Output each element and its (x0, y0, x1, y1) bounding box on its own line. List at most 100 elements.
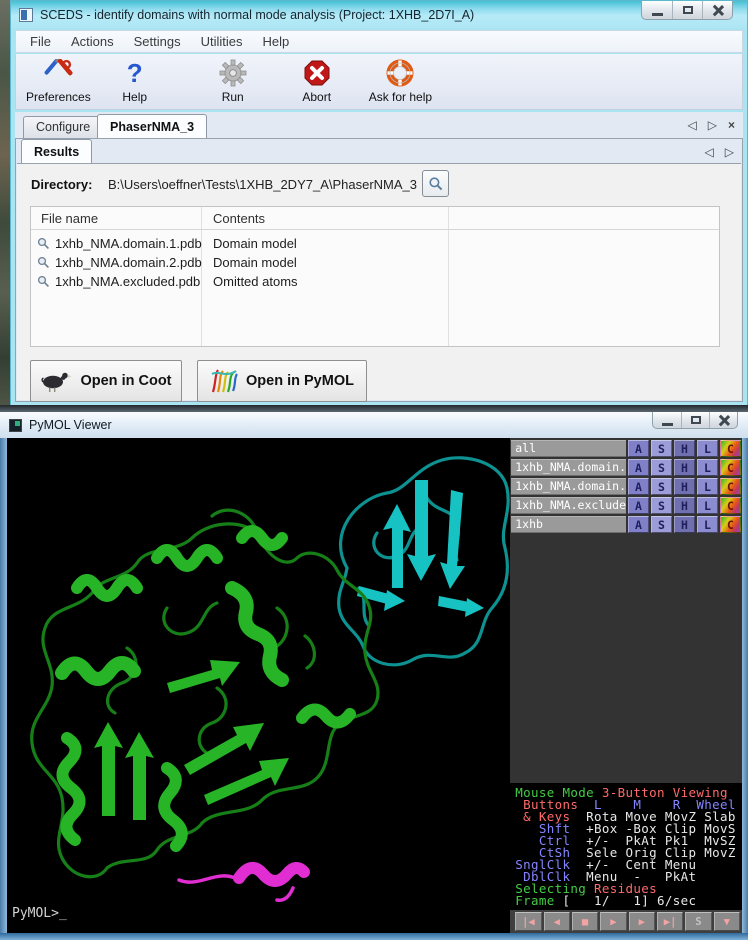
label-button[interactable]: L (697, 459, 718, 476)
skip-end-button[interactable]: ▶| (657, 912, 683, 931)
step-forward-button[interactable]: ▶ (629, 912, 655, 931)
object-row: all A S H L C (511, 440, 741, 457)
object-name-domain1[interactable]: 1xhb_NMA.domain. (511, 459, 626, 476)
hide-button[interactable]: H (674, 440, 695, 457)
results-frame: Results ◁ ▷ Directory: B:\Users\oeffner\… (15, 138, 743, 402)
domain-1-green (32, 510, 378, 877)
pymol-titlebar[interactable]: PyMOL Viewer (0, 412, 748, 438)
abort-icon (303, 58, 331, 88)
object-row: 1xhb_NMA.domain. A S H L C (511, 478, 741, 495)
color-button[interactable]: C (720, 459, 741, 476)
pymol-window-border (0, 438, 7, 933)
play-button[interactable]: ▶ (600, 912, 626, 931)
menu-file[interactable]: File (20, 31, 61, 52)
menu-help[interactable]: Help (252, 31, 299, 52)
rewind-start-button[interactable]: |◀ (515, 912, 541, 931)
close-icon (712, 5, 724, 15)
scene-button[interactable]: S (685, 912, 711, 931)
results-prev-icon[interactable]: ◁ (705, 145, 714, 159)
show-button[interactable]: S (651, 516, 672, 533)
object-name-all[interactable]: all (511, 440, 626, 457)
tab-prev-icon[interactable]: ◁ (688, 118, 697, 132)
hide-button[interactable]: H (674, 516, 695, 533)
pymol-maximize-button[interactable] (681, 412, 709, 428)
file-contents: Domain model (213, 236, 297, 251)
hide-button[interactable]: H (674, 459, 695, 476)
maximize-icon (683, 6, 693, 14)
preferences-button[interactable]: Preferences (26, 58, 91, 104)
tab-next-icon[interactable]: ▷ (708, 118, 717, 132)
color-button[interactable]: C (720, 440, 741, 457)
help-label: Help (122, 90, 147, 104)
pymol-window: PyMOL Viewer (0, 405, 748, 940)
maximize-button[interactable] (672, 1, 702, 19)
main-tabbar: Configure PhaserNMA_3 ◁ ▷ × (15, 112, 743, 138)
table-row[interactable]: 1xhb_NMA.excluded.pdb Omitted atoms (31, 272, 719, 291)
help-button[interactable]: ? Help (105, 58, 165, 104)
show-button[interactable]: S (651, 459, 672, 476)
action-button[interactable]: A (628, 459, 649, 476)
object-name-domain2[interactable]: 1xhb_NMA.domain. (511, 478, 626, 495)
pymol-sidebar: all A S H L C 1xhb_NMA.domain. A S H L C… (510, 438, 742, 933)
open-in-coot-button[interactable]: Open in Coot (30, 360, 182, 402)
label-button[interactable]: L (697, 516, 718, 533)
pymol-minimize-button[interactable] (653, 412, 681, 428)
column-contents[interactable]: Contents (213, 211, 265, 226)
protein-structure-svg (7, 438, 510, 933)
action-button[interactable]: A (628, 478, 649, 495)
hide-button[interactable]: H (674, 497, 695, 514)
sceds-app-icon (19, 8, 33, 22)
label-button[interactable]: L (697, 497, 718, 514)
action-button[interactable]: A (628, 440, 649, 457)
ask-for-help-button[interactable]: Ask for help (369, 58, 432, 104)
menu-settings[interactable]: Settings (124, 31, 191, 52)
pymol-close-button[interactable] (709, 412, 737, 428)
tab-phasernma-3[interactable]: PhaserNMA_3 (97, 114, 207, 138)
table-row[interactable]: 1xhb_NMA.domain.2.pdb Domain model (31, 253, 719, 272)
tab-nav: ◁ ▷ × (688, 118, 735, 132)
results-tabbar: Results ◁ ▷ (16, 139, 742, 163)
minimize-icon (662, 423, 673, 426)
label-button[interactable]: L (697, 440, 718, 457)
file-name: 1xhb_NMA.domain.1.pdb (55, 236, 202, 251)
show-button[interactable]: S (651, 440, 672, 457)
menu-utilities[interactable]: Utilities (191, 31, 253, 52)
tab-configure[interactable]: Configure (23, 116, 103, 138)
run-button[interactable]: Run (203, 58, 263, 104)
molecule-viewport[interactable]: PyMOL>_ (7, 438, 510, 933)
menu-actions[interactable]: Actions (61, 31, 124, 52)
close-button[interactable] (702, 1, 732, 19)
color-button[interactable]: C (720, 497, 741, 514)
preferences-label: Preferences (26, 90, 91, 104)
results-next-icon[interactable]: ▷ (725, 145, 734, 159)
abort-button[interactable]: Abort (287, 58, 347, 104)
label-button[interactable]: L (697, 478, 718, 495)
tab-close-icon[interactable]: × (728, 118, 735, 132)
column-file-name[interactable]: File name (41, 211, 98, 226)
table-row[interactable]: 1xhb_NMA.domain.1.pdb Domain model (31, 234, 719, 253)
file-table: File name Contents 1xhb_NMA.domain.1.pdb… (30, 206, 720, 347)
action-button[interactable]: A (628, 497, 649, 514)
tab-results[interactable]: Results (21, 139, 92, 163)
object-name-1xhb[interactable]: 1xhb (511, 516, 626, 533)
show-button[interactable]: S (651, 497, 672, 514)
coot-bird-icon (40, 369, 72, 393)
pymol-window-border (0, 933, 748, 940)
step-back-button[interactable]: ◀ (544, 912, 570, 931)
show-button[interactable]: S (651, 478, 672, 495)
color-button[interactable]: C (720, 478, 741, 495)
browse-directory-button[interactable] (422, 170, 449, 197)
color-button[interactable]: C (720, 516, 741, 533)
stop-button[interactable]: ■ (572, 912, 598, 931)
maximize-icon (691, 416, 701, 424)
object-row: 1xhb_NMA.exclude A S H L C (511, 497, 741, 514)
more-menu-button[interactable]: ▼ (714, 912, 740, 931)
abort-label: Abort (302, 90, 331, 104)
hide-button[interactable]: H (674, 478, 695, 495)
object-name-excluded[interactable]: 1xhb_NMA.exclude (511, 497, 626, 514)
sceds-titlebar[interactable]: SCEDS - identify domains with normal mod… (11, 1, 747, 28)
command-prompt[interactable]: PyMOL>_ (12, 906, 67, 921)
action-button[interactable]: A (628, 516, 649, 533)
minimize-button[interactable] (642, 1, 672, 19)
open-in-pymol-button[interactable]: Open in PyMOL (197, 360, 367, 402)
